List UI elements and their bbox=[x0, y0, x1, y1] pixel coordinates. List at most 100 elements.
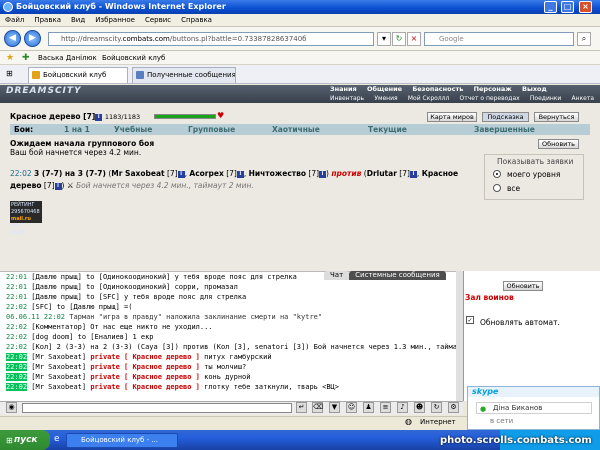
refresh-button[interactable]: Обновить bbox=[538, 139, 579, 149]
smile-icon[interactable]: ☺ bbox=[346, 402, 357, 413]
send-icon[interactable]: ↵ bbox=[296, 402, 307, 413]
chat-message: [SFC] to [Давлю прыщ] =( bbox=[31, 303, 133, 311]
fighter-1[interactable]: Mr Saxobeat bbox=[111, 169, 164, 178]
tab-messages[interactable]: Полученные сообщения | 1... bbox=[132, 67, 236, 83]
side-refresh-button[interactable]: Обновить bbox=[503, 281, 543, 291]
tab-finished[interactable]: Завершенные bbox=[474, 124, 535, 135]
menu-favorites[interactable]: Избранное bbox=[90, 14, 140, 27]
search-input[interactable]: Google bbox=[424, 32, 574, 46]
hint-button[interactable]: Подсказка bbox=[482, 112, 529, 122]
settings-icon[interactable]: ⚙ bbox=[448, 402, 459, 413]
tab-chat[interactable]: Чат bbox=[324, 271, 350, 280]
chat-mode-icon[interactable]: ◉ bbox=[6, 402, 17, 413]
chat-time: 22:02 bbox=[6, 343, 28, 351]
fighter-3[interactable]: Ничтожество bbox=[249, 169, 306, 178]
tab-system-messages[interactable]: Системные сообщения bbox=[349, 271, 446, 280]
info-icon[interactable]: i bbox=[177, 170, 185, 178]
quick-tabs-icon[interactable]: ⊞ bbox=[6, 69, 13, 78]
maximize-button[interactable]: □ bbox=[561, 1, 574, 13]
chat-sender[interactable]: [Mr Saxobeat] bbox=[31, 383, 86, 391]
chat-line: 22:02 [Комментатор] От нас еще никто не … bbox=[6, 322, 456, 332]
world-map-button[interactable]: Карта миров bbox=[427, 112, 477, 122]
nav-transfers[interactable]: Отчет о переводах bbox=[456, 94, 524, 103]
refresh-icon[interactable]: ↻ bbox=[392, 32, 406, 46]
fighter-2[interactable]: Acorpex bbox=[189, 169, 223, 178]
favorite-link-2[interactable]: Бойцовский клуб bbox=[102, 51, 165, 65]
chat-log: 22:01 [Давлю прыщ] to [Одинокоодинокий] … bbox=[6, 272, 456, 392]
nav-security[interactable]: Безопасность bbox=[408, 85, 467, 94]
nav-character[interactable]: Персонаж bbox=[470, 85, 516, 94]
person-icon[interactable]: ♟ bbox=[363, 402, 374, 413]
close-window-button[interactable]: × bbox=[579, 1, 592, 13]
sound-icon[interactable]: ♪ bbox=[397, 402, 408, 413]
favorite-link-1[interactable]: Васька Данілюк bbox=[38, 51, 97, 65]
chat-input[interactable] bbox=[22, 403, 292, 413]
online-status-icon: ● bbox=[480, 405, 487, 413]
radio-my-level[interactable] bbox=[493, 170, 501, 178]
tab-fight-club[interactable]: Бойцовский клуб bbox=[28, 67, 128, 83]
translit-icon[interactable]: ≡ bbox=[380, 402, 391, 413]
tab-group[interactable]: Групповые bbox=[188, 124, 235, 135]
dropdown-icon[interactable]: ▾ bbox=[377, 32, 391, 46]
chat-message: [Давлю прыщ] to [SFC] у тебя вроде пояс … bbox=[31, 293, 247, 301]
tab-one-on-one[interactable]: 1 на 1 bbox=[64, 124, 90, 135]
address-bar[interactable]: http://dreamscity.combats.com/buttons.pl… bbox=[48, 32, 374, 46]
chat-sender[interactable]: [Mr Saxobeat] bbox=[31, 363, 86, 371]
chat-time: 22:01 bbox=[6, 283, 28, 291]
favorites-star-icon[interactable]: ★ bbox=[6, 51, 14, 65]
player-level: [7] bbox=[83, 112, 96, 121]
tab-training[interactable]: Учебные bbox=[114, 124, 152, 135]
tab-chaotic[interactable]: Хаотичные bbox=[272, 124, 320, 135]
nav-profile[interactable]: Анкета bbox=[568, 94, 599, 103]
nav-skills[interactable]: Умения bbox=[370, 94, 401, 103]
menu-help[interactable]: Справка bbox=[176, 14, 217, 27]
quicklaunch-ie-icon[interactable]: e bbox=[54, 434, 60, 444]
radio-all[interactable] bbox=[493, 184, 501, 192]
info-icon[interactable]: i bbox=[54, 182, 62, 190]
nav-inventory[interactable]: Инвентарь bbox=[326, 94, 368, 103]
bottom-refresh-icon[interactable]: ↻ bbox=[431, 402, 442, 413]
player-name[interactable]: Красное дерево bbox=[10, 112, 81, 121]
menu-view[interactable]: Вид bbox=[66, 14, 90, 27]
fighter-4[interactable]: Drlutar bbox=[367, 169, 397, 178]
emoticon-icon[interactable]: ☻ bbox=[414, 402, 425, 413]
chat-message: глотку тебе заткнули, тварь <ВЦ> bbox=[204, 383, 339, 391]
auto-refresh-checkbox[interactable]: ✓ bbox=[466, 316, 474, 324]
search-icon[interactable]: ⌕ bbox=[577, 32, 591, 46]
info-icon[interactable]: i bbox=[95, 113, 103, 121]
nav-social[interactable]: Общение bbox=[363, 85, 406, 94]
nav-scroll[interactable]: Мой Скроллл bbox=[404, 94, 453, 103]
nav-exit[interactable]: Выход bbox=[518, 85, 551, 94]
nav-fights[interactable]: Поединки bbox=[526, 94, 565, 103]
chat-scrollbar[interactable] bbox=[456, 271, 463, 401]
chat-time: 06.06.11 22:02 bbox=[6, 313, 66, 321]
taskbar-item-fight-club[interactable]: Бойцовский клуб - ... bbox=[66, 433, 178, 448]
menu-tools[interactable]: Сервис bbox=[140, 14, 176, 27]
fight-time: 22:02 bbox=[10, 169, 32, 178]
skype-notification[interactable]: skype ● Діна Биканов в сети bbox=[467, 386, 600, 430]
add-favorite-icon[interactable]: ✚ bbox=[22, 51, 30, 65]
waiting-title: Ожидаем начала группового боя bbox=[10, 139, 155, 148]
menu-edit[interactable]: Правка bbox=[29, 14, 66, 27]
info-icon[interactable]: i bbox=[409, 170, 417, 178]
counter-brand: mail.ru bbox=[11, 216, 31, 222]
chat-sender[interactable]: [Mr Saxobeat] bbox=[31, 373, 86, 381]
fighter-5-level: [7] bbox=[43, 181, 55, 190]
back-icon[interactable]: ◀ bbox=[4, 30, 21, 47]
chat-sender[interactable]: [Mr Saxobeat] bbox=[31, 353, 86, 361]
info-icon[interactable]: i bbox=[319, 170, 327, 178]
clear-icon[interactable]: ⌫ bbox=[312, 402, 323, 413]
filter-icon[interactable]: ▼ bbox=[329, 402, 340, 413]
info-icon[interactable]: i bbox=[236, 170, 244, 178]
nav-knowledge[interactable]: Знания bbox=[326, 85, 361, 94]
tab-current[interactable]: Текущие bbox=[368, 124, 407, 135]
forward-icon[interactable]: ▶ bbox=[24, 30, 41, 47]
return-button[interactable]: Вернуться bbox=[534, 112, 579, 122]
chat-line: 22:01 [Давлю прыщ] to [Одинокоодинокий] … bbox=[6, 282, 456, 292]
skype-contact[interactable]: ● Діна Биканов bbox=[476, 402, 592, 414]
chat-private-tag: private [ Красное дерево ] bbox=[90, 363, 200, 371]
stop-icon[interactable]: × bbox=[407, 32, 421, 46]
minimize-button[interactable]: _ bbox=[544, 1, 557, 13]
rating-counter[interactable]: РЕЙТИНГ 295670468 mail.ru 89 26781 bbox=[10, 201, 42, 236]
menu-file[interactable]: Файл bbox=[0, 14, 29, 27]
